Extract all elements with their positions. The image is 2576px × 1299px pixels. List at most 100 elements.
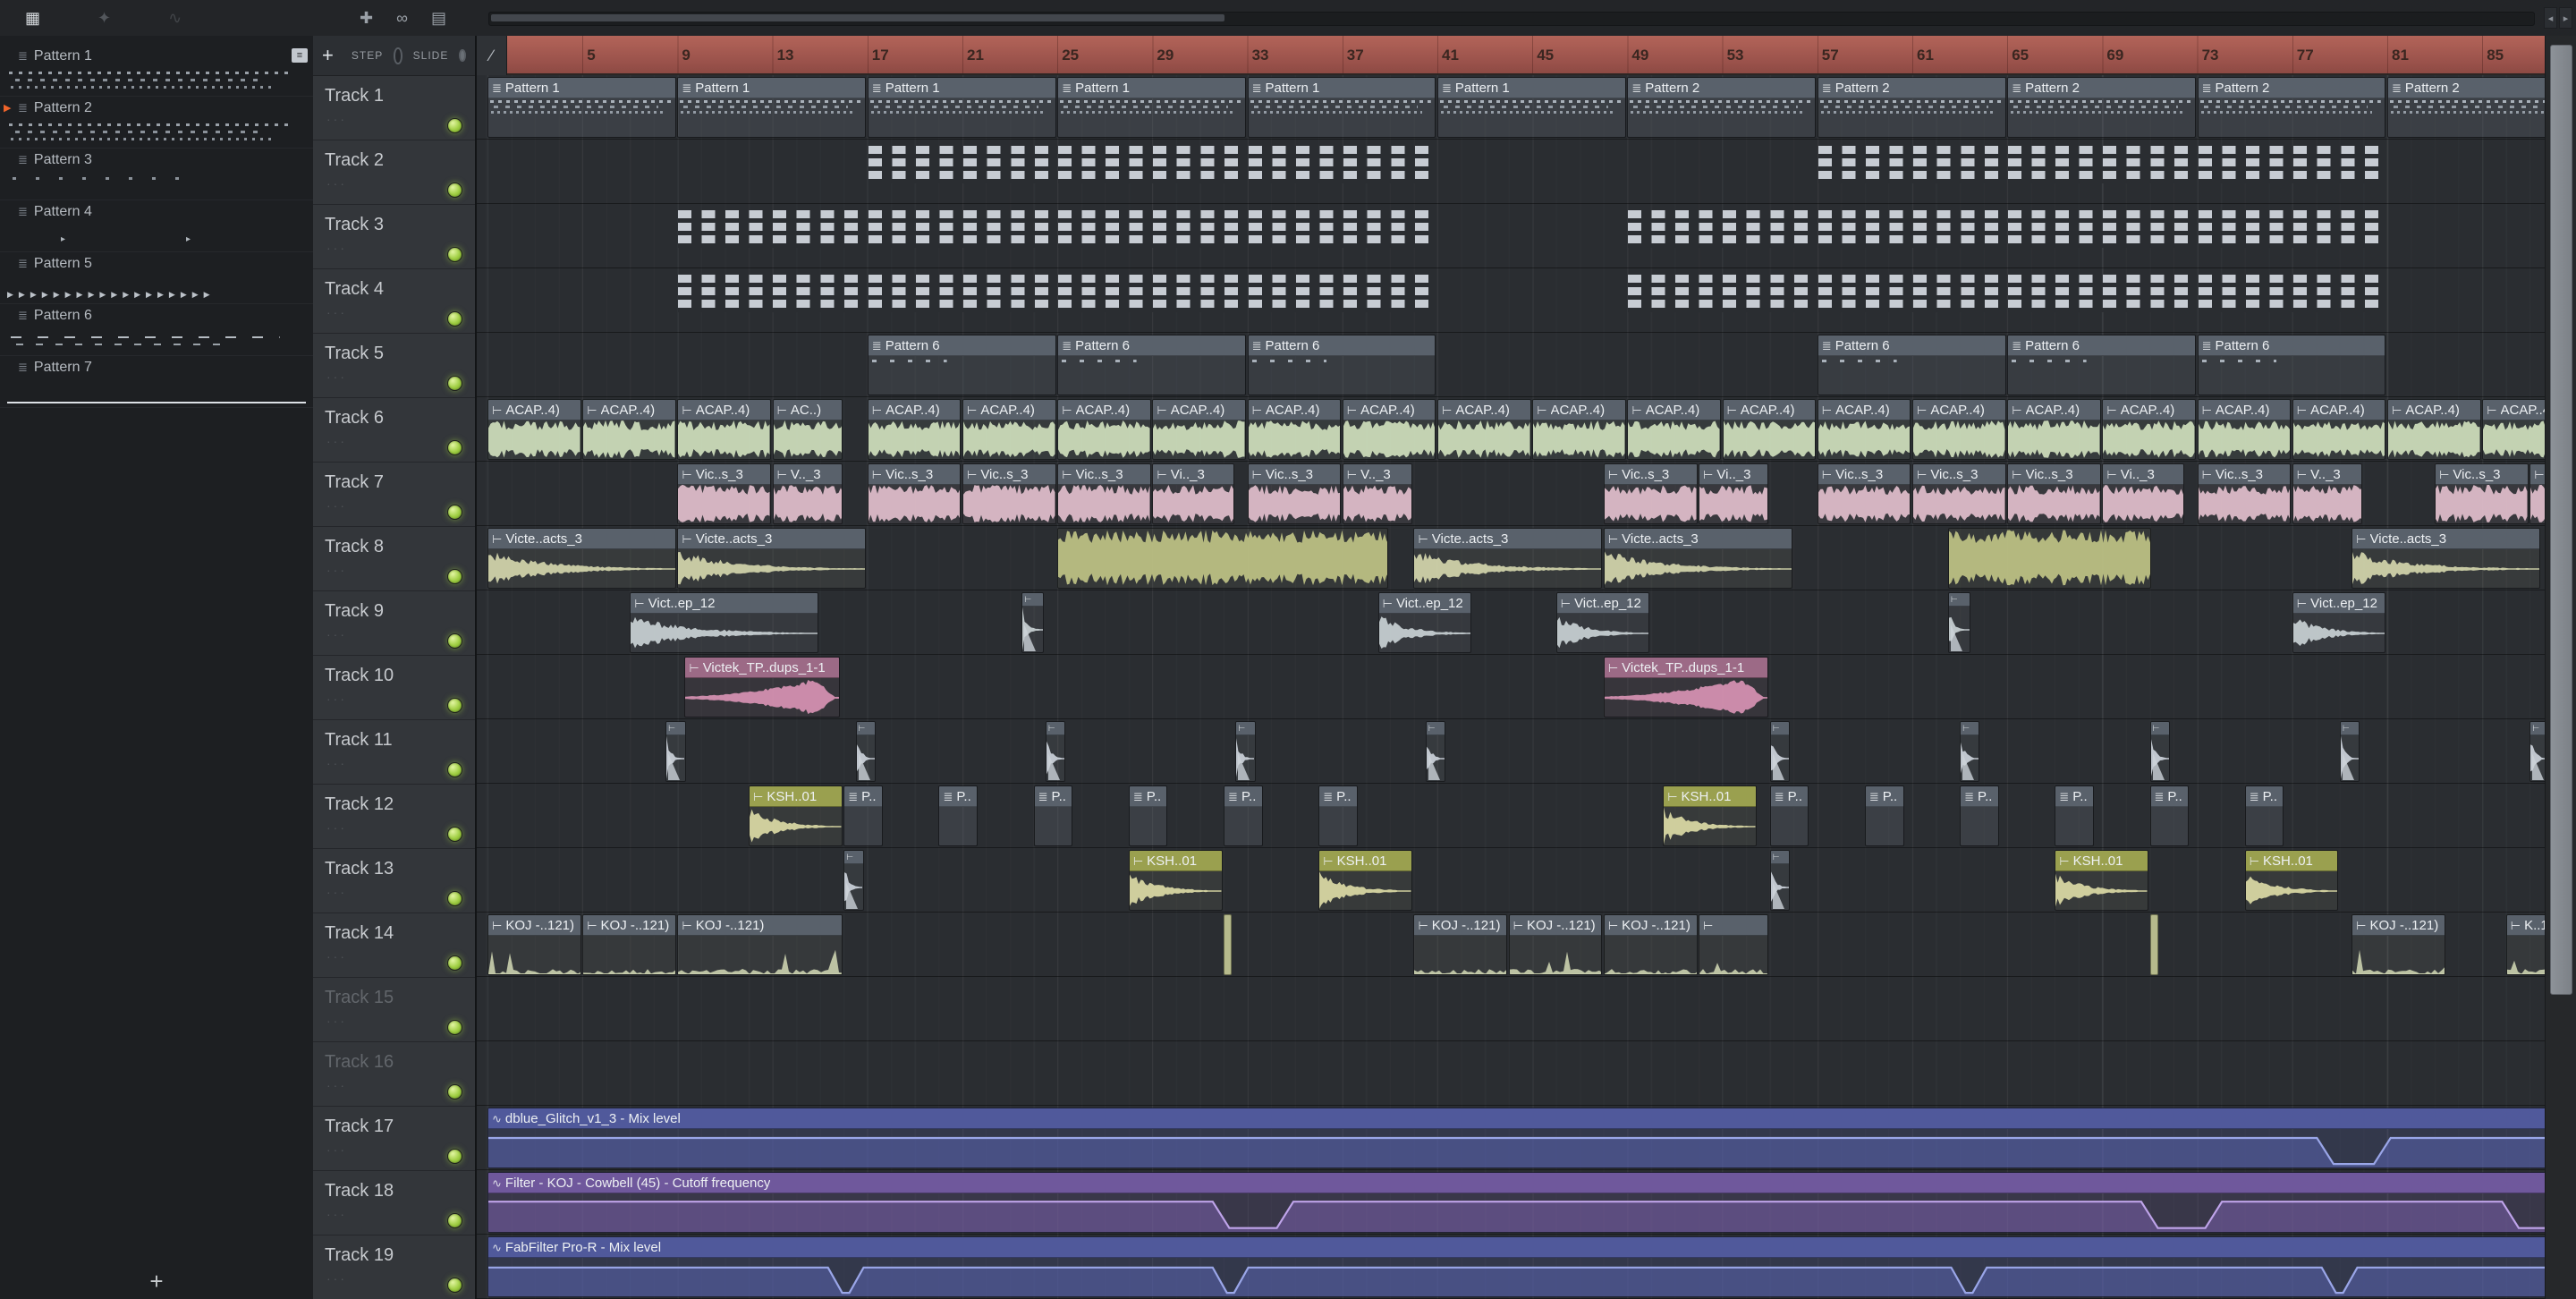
playlist-row-16[interactable] (477, 1041, 2545, 1106)
audio-clip[interactable]: ⊢ACAP..4) (1817, 399, 1911, 460)
pattern-clip[interactable]: ≣ P.. (1318, 785, 1358, 846)
audio-clip[interactable]: ⊢ Vi.._3 (1699, 463, 1769, 524)
audio-clip[interactable]: ⊢ Vict..ep_12 (630, 592, 819, 653)
pattern-clip-steps[interactable] (2007, 141, 2196, 202)
audio-clip[interactable]: ⊢ (1947, 592, 1970, 653)
audio-clip[interactable]: ⊢ Vi.._3 (1152, 463, 1234, 524)
track-mute-led[interactable] (447, 118, 462, 133)
slide-label[interactable]: SLIDE (413, 49, 449, 62)
scroll-left-button[interactable]: ◂ (2544, 7, 2557, 29)
pattern-clip[interactable]: ≣ Pattern 1 (677, 77, 867, 138)
audio-clip[interactable]: ⊢ Victe..acts_3 (2351, 528, 2541, 589)
track-mute-led[interactable] (447, 698, 462, 713)
track-header-11[interactable]: Track 11 ··· (313, 720, 475, 785)
pattern-clip-steps[interactable] (1057, 206, 1246, 267)
audio-clip[interactable]: ⊢ KOJ -..121) (677, 914, 843, 975)
playlist-row-1[interactable]: ≣ Pattern 1 ≣ Pattern 1 ≣ Pattern 1 ≣ Pattern 1… (477, 75, 2545, 140)
audio-clip[interactable] (1947, 528, 2151, 589)
pattern-item-2[interactable]: ≣ Pattern 2 ▶ (0, 97, 313, 149)
audio-clip[interactable]: ⊢ACAP..4) (1152, 399, 1247, 460)
pattern-clip-steps[interactable] (1818, 270, 2006, 331)
pattern-clip[interactable]: ≣ P.. (1864, 785, 1904, 846)
sparkle-icon[interactable]: ✦ (97, 9, 111, 28)
playlist-row-15[interactable] (477, 977, 2545, 1041)
audio-clip[interactable]: ⊢ Vic..s_3 (2007, 463, 2101, 524)
audio-clip[interactable]: ⊢ (1769, 721, 1791, 782)
vertical-scrollbar[interactable] (2545, 36, 2576, 1299)
audio-clip[interactable]: ⊢ KSH..01 (1663, 785, 1757, 846)
pattern-clip[interactable]: ≣ Pattern 1 (867, 77, 1056, 138)
audio-clip[interactable]: ⊢ V.._3 (2292, 463, 2362, 524)
audio-clip[interactable]: ⊢ACAP..4) (867, 399, 962, 460)
track-header-12[interactable]: Track 12 ··· (313, 785, 475, 849)
audio-clip[interactable]: ⊢ (1021, 592, 1045, 653)
audio-clip[interactable]: ⊢K..1) (2505, 914, 2545, 975)
audio-clip[interactable]: ⊢ Vic..s_3 (2435, 463, 2529, 524)
track-mute-led[interactable] (447, 633, 462, 649)
track-mute-led[interactable] (447, 1278, 462, 1293)
track-mute-led[interactable] (447, 1213, 462, 1228)
audio-clip[interactable]: ⊢ACAP..4) (1722, 399, 1817, 460)
track-header-10[interactable]: Track 10 ··· (313, 656, 475, 720)
pattern-clip-steps[interactable] (1248, 206, 1436, 267)
pattern-clip-steps[interactable] (677, 270, 866, 331)
pattern-clip-steps[interactable] (1057, 141, 1246, 202)
pattern-clip[interactable]: ≣ Pattern 2 (2387, 77, 2545, 138)
audio-clip[interactable]: ⊢ Victe..acts_3 (1413, 528, 1603, 589)
audio-clip[interactable]: ⊢ V.._3 (1342, 463, 1412, 524)
pattern-clip-steps[interactable] (868, 206, 1056, 267)
horizontal-scrollbar-thumb[interactable] (491, 14, 1224, 21)
automation-clip[interactable]: ∿ dblue_Glitch_v1_3 - Mix level (487, 1108, 2545, 1168)
audio-clip[interactable]: ⊢ (2339, 721, 2360, 782)
audio-clip[interactable]: ⊢ KOJ -..121) (1508, 914, 1603, 975)
pattern-clip[interactable]: ≣ Pattern 6 (2007, 335, 2197, 395)
pattern-clip[interactable]: ≣ Pattern 1 (1247, 77, 1436, 138)
playlist-row-18[interactable]: ∿ Filter - KOJ - Cowbell (45) - Cutoff fr… (477, 1170, 2545, 1235)
audio-clip[interactable]: ⊢ KOJ -..121) (582, 914, 676, 975)
audio-clip[interactable]: ⊢ACAP..4) (582, 399, 676, 460)
pattern-clip-steps[interactable] (1057, 270, 1246, 331)
audio-clip[interactable]: ⊢ KSH..01 (749, 785, 843, 846)
track-header-19[interactable]: Track 19 ··· (313, 1235, 475, 1299)
audio-clip[interactable]: ⊢ACAP..4) (1532, 399, 1626, 460)
track-header-9[interactable]: Track 9 ··· (313, 591, 475, 656)
audio-clip[interactable]: ⊢ Vi.._3 (2102, 463, 2184, 524)
audio-clip[interactable]: ⊢ Vic..s_3 (962, 463, 1056, 524)
audio-clip[interactable]: ⊢ACAP..4) (487, 399, 581, 460)
timeline-ruler-bar[interactable]: 5 9 13 17 21 25 29 33 37 41 45 49 53 57 61 65 69 73 77 81 85 (477, 36, 2545, 75)
track-mute-led[interactable] (447, 1084, 462, 1099)
playlist-row-4[interactable] (477, 268, 2545, 333)
pattern-clip[interactable]: ≣ Pattern 6 (1057, 335, 1247, 395)
audio-clip[interactable]: ⊢ Vic..s_3 (2197, 463, 2292, 524)
track-mute-led[interactable] (447, 440, 462, 455)
audio-clip[interactable]: ⊢ KOJ -..121) (1413, 914, 1508, 975)
audio-clip[interactable]: ⊢ KSH..01 (1318, 850, 1412, 911)
track-mute-led[interactable] (447, 569, 462, 584)
pattern-item-6[interactable]: ≣ Pattern 6 (0, 304, 313, 356)
track-header-7[interactable]: Track 7 ··· (313, 463, 475, 527)
pattern-clip[interactable]: ≣ Pattern 1 (1057, 77, 1247, 138)
step-label[interactable]: STEP (352, 49, 383, 62)
audio-clip[interactable]: ⊢ (855, 721, 876, 782)
audio-clip[interactable]: ⊢ACAP..4) (2387, 399, 2481, 460)
track-mute-led[interactable] (447, 1020, 462, 1035)
audio-clip-sliver[interactable] (2149, 914, 2158, 975)
audio-clip[interactable]: ⊢ Vic..s_3 (1817, 463, 1911, 524)
audio-clip[interactable]: ⊢ (2149, 721, 2170, 782)
add-track-button[interactable]: + (322, 46, 334, 65)
pattern-clip[interactable]: ≣ P.. (1960, 785, 1999, 846)
track-header-8[interactable]: Track 8 ··· (313, 527, 475, 591)
audio-clip[interactable]: ⊢ (1235, 721, 1256, 782)
audio-clip[interactable]: ⊢V..3 (2529, 463, 2545, 524)
playlist-row-17[interactable]: ∿ dblue_Glitch_v1_3 - Mix level (477, 1106, 2545, 1170)
pattern-clip[interactable]: ≣ Pattern 6 (867, 335, 1056, 395)
playlist-row-12[interactable]: ⊢ KSH..01 ≣ P.. ≣ P.. ≣ P.. ≣ P.. ≣ P.. ≣ P.. ⊢ KSH..01… (477, 784, 2545, 848)
pattern-clip[interactable]: ≣ Pattern 2 (2197, 77, 2386, 138)
wave-tool-icon[interactable]: ∿ (168, 9, 182, 28)
pattern-clip[interactable]: ≣ Pattern 1 (1437, 77, 1626, 138)
audio-clip[interactable]: ⊢ Vic..s_3 (1247, 463, 1342, 524)
audio-clip[interactable]: ⊢ KOJ -..121) (2351, 914, 2445, 975)
pattern-clip[interactable]: ≣ Pattern 2 (2007, 77, 2197, 138)
audio-clip[interactable]: ⊢ACAP..4) (2102, 399, 2197, 460)
pattern-clip[interactable]: ≣ P.. (2244, 785, 2284, 846)
